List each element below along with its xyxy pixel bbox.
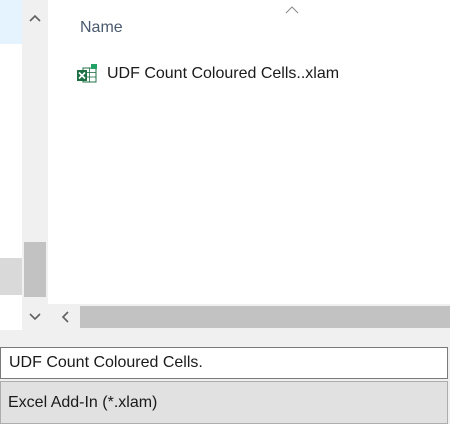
nav-selected-item[interactable] (0, 0, 22, 44)
excel-addin-icon (77, 64, 97, 83)
horizontal-scrollbar-thumb[interactable] (80, 306, 450, 328)
navigation-pane[interactable] (0, 0, 22, 330)
scroll-up-button[interactable] (22, 4, 48, 32)
nav-hovered-item[interactable] (0, 258, 22, 295)
scroll-down-button[interactable] (22, 303, 48, 331)
nav-vertical-scrollbar[interactable] (22, 0, 48, 330)
file-list[interactable]: Name UDF Count Coloured Cells..xlam (48, 0, 450, 330)
column-header-name[interactable]: Name (80, 19, 123, 37)
nav-scrollbar-thumb[interactable] (24, 242, 46, 297)
horizontal-scrollbar[interactable] (48, 304, 450, 330)
scroll-left-button[interactable] (54, 304, 76, 330)
chevron-left-icon (61, 311, 69, 323)
file-type-dropdown[interactable]: Excel Add-In (*.xlam) (0, 381, 448, 424)
list-item[interactable]: UDF Count Coloured Cells..xlam (76, 62, 339, 86)
file-name-input[interactable] (0, 347, 448, 379)
chevron-up-icon (29, 14, 41, 22)
sort-ascending-icon (285, 6, 299, 14)
file-name: UDF Count Coloured Cells..xlam (107, 65, 340, 82)
save-as-dialog: Name UDF Count Coloured Cells..xlam UDF … (0, 0, 450, 424)
file-type-selected-value: Excel Add-In (*.xlam) (8, 393, 158, 411)
chevron-down-icon (29, 313, 41, 321)
